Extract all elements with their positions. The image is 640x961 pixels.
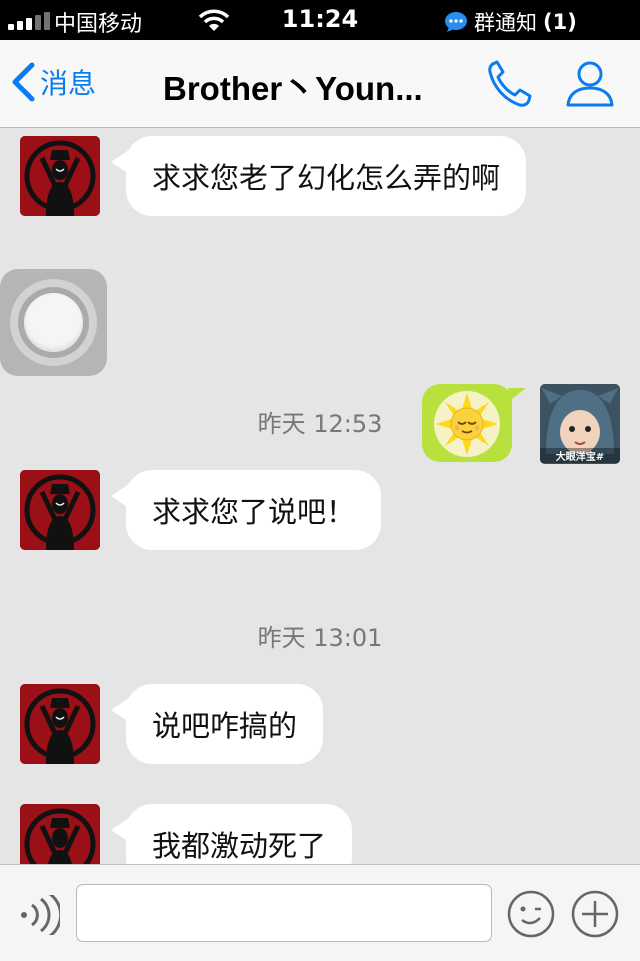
navigation-bar: 消息 Brother丶Youn... — [0, 40, 640, 128]
phone-icon[interactable] — [486, 60, 532, 108]
message-bubble[interactable]: 我都激动死了 — [110, 804, 353, 864]
avatar-caption: 大眼洋宝# — [540, 448, 620, 463]
contact-avatar[interactable] — [20, 804, 100, 864]
chat-bubble-icon — [445, 12, 467, 32]
notification-label: 群通知 — [474, 11, 537, 35]
contact-avatar[interactable] — [20, 470, 100, 550]
message-bubble[interactable]: 求求您了说吧！ — [110, 470, 382, 550]
plus-icon[interactable] — [571, 890, 619, 938]
contact-avatar[interactable] — [20, 136, 100, 216]
message-bubble[interactable]: 说吧咋搞的 — [110, 684, 324, 764]
mask-avatar-icon — [20, 684, 100, 764]
assistive-touch-button[interactable] — [0, 269, 107, 376]
voice-icon[interactable] — [16, 895, 60, 935]
group-notification[interactable]: 群通知 (1) — [444, 7, 577, 37]
notification-count: (1) — [543, 10, 577, 34]
emoji-icon[interactable] — [507, 890, 555, 938]
timestamp: 昨天 13:01 — [257, 624, 383, 652]
message-list[interactable]: 求求您老了幻化怎么弄的啊 大眼洋宝# 昨天 12:53 求求您了说吧！ 昨天 1… — [0, 128, 640, 864]
back-button-label: 消息 — [40, 67, 97, 100]
contact-avatar[interactable] — [20, 684, 100, 764]
profile-icon[interactable] — [565, 58, 615, 108]
timestamp: 昨天 12:53 — [257, 410, 383, 438]
message-input[interactable] — [76, 884, 492, 942]
message-bubble[interactable]: 求求您老了幻化怎么弄的啊 — [110, 136, 527, 216]
mask-avatar-icon — [20, 804, 100, 864]
mask-avatar-icon — [20, 470, 100, 550]
mask-avatar-icon — [20, 136, 100, 216]
chevron-left-icon — [12, 62, 35, 102]
back-button[interactable]: 消息 — [10, 62, 96, 102]
input-bar — [0, 864, 640, 961]
chat-title: Brother丶Youn... — [163, 70, 423, 107]
status-bar: 中国移动 11:24 群通知 (1) — [0, 0, 640, 40]
